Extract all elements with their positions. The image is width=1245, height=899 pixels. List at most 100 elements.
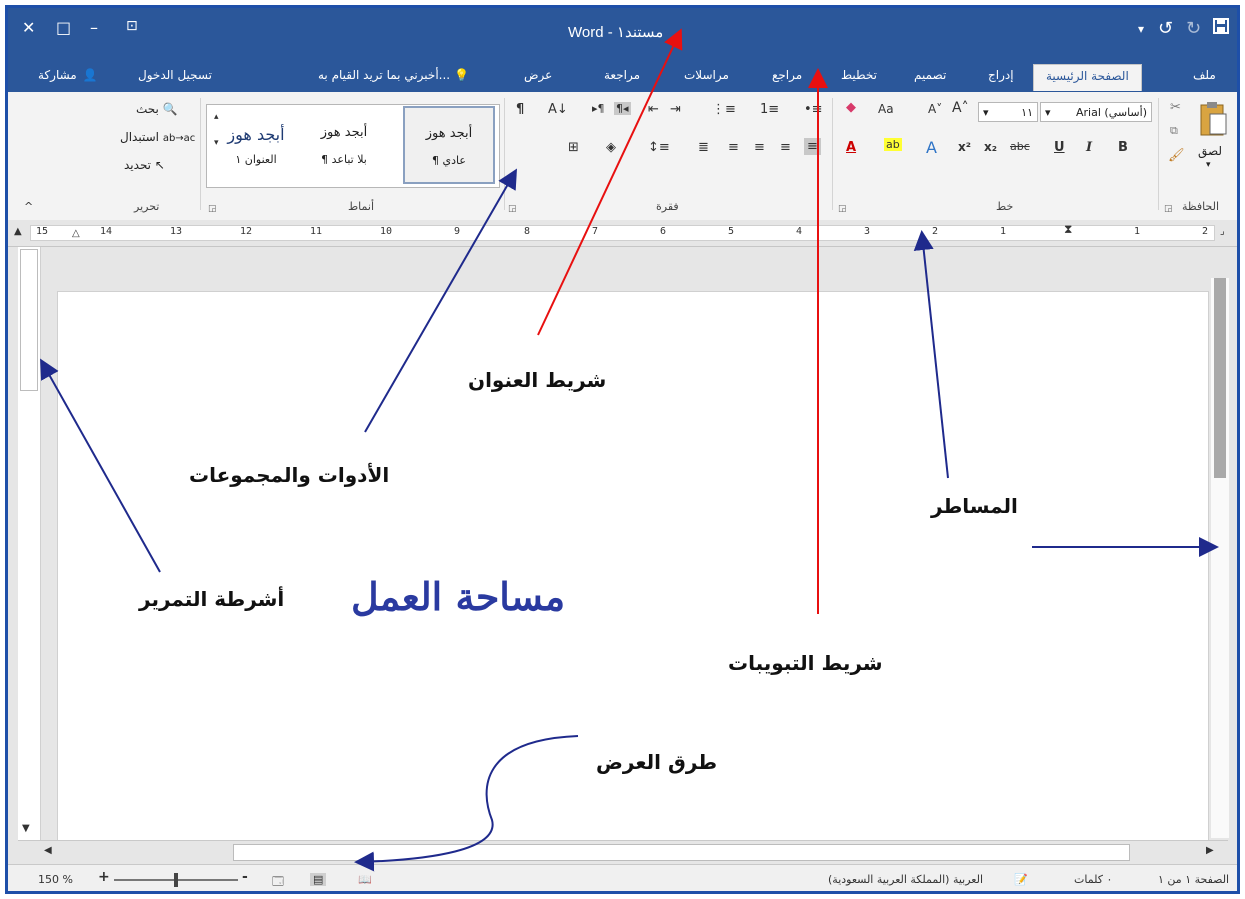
read-mode-icon[interactable]: 📖 (358, 873, 372, 886)
font-size-dropdown[interactable]: ▾ ١١ (978, 102, 1038, 122)
tab-layout[interactable]: تخطيط (841, 68, 877, 82)
justify-icon[interactable]: ≣ (698, 140, 709, 155)
tab-references[interactable]: مراجع (772, 68, 802, 82)
highlight-icon[interactable]: ab (884, 138, 902, 151)
clipboard-launcher-icon[interactable]: ◲ (1164, 204, 1173, 214)
horizontal-scrollbar[interactable]: ◀ ▶ (18, 840, 1228, 863)
annotation-work-area: مساحة العمل (345, 572, 572, 621)
multilevel-list-icon[interactable]: ⋮≡ (712, 102, 736, 117)
text-effects-icon[interactable]: A (926, 138, 937, 157)
paste-button[interactable]: لصق ▾ (1196, 100, 1230, 180)
styles-scroll-down-icon[interactable]: ▾ (214, 138, 219, 148)
word-count[interactable]: ٠ كلمات (1074, 873, 1112, 886)
share-button[interactable]: مشاركة 👤 (38, 68, 98, 82)
styles-gallery[interactable]: أبجد هوز العنوان ١ أبجد هوز ¶ بلا تباعد … (206, 104, 500, 188)
scroll-thumb[interactable] (233, 844, 1130, 861)
numbered-list-icon[interactable]: 1≡ (760, 102, 779, 117)
superscript-button[interactable]: x² (958, 140, 971, 154)
undo-icon[interactable]: ↺ (1158, 18, 1173, 39)
replace-button[interactable]: استبدال ab→ac (120, 130, 195, 144)
page-indicator[interactable]: الصفحة ١ من ١ (1158, 873, 1229, 886)
redo-icon[interactable]: ↻ (1186, 18, 1201, 39)
scroll-right-arrow-icon[interactable]: ▶ (1206, 845, 1214, 856)
align-right-icon[interactable]: ≡ (780, 140, 791, 155)
scroll-down-arrow-icon[interactable]: ▼ (22, 823, 30, 834)
tab-mailings[interactable]: مراسلات (684, 68, 729, 82)
style-no-spacing[interactable]: أبجد هوز ¶ بلا تباعد (301, 107, 387, 185)
font-color-icon[interactable]: A (846, 140, 856, 155)
shading-icon[interactable]: ◈ (606, 140, 616, 155)
right-margin-icon[interactable]: ⌟ (1220, 226, 1225, 237)
print-layout-icon[interactable]: ▤ (310, 873, 327, 886)
web-layout-icon[interactable]: 🗔 (272, 873, 284, 891)
ltr-direction-icon[interactable]: ▸¶ (592, 102, 605, 115)
save-icon[interactable] (1213, 18, 1229, 38)
shrink-font-button[interactable]: A˅ (928, 102, 942, 116)
select-button[interactable]: تحديد ↖ (124, 158, 165, 172)
subscript-button[interactable]: x₂ (984, 140, 997, 154)
rtl-direction-icon[interactable]: ¶◂ (614, 102, 631, 115)
indent-marker-icon[interactable]: ⧗ (1064, 222, 1072, 237)
align-justify-rtl-icon[interactable]: ≡ (804, 138, 821, 155)
vertical-scrollbar[interactable]: ▼ (18, 247, 41, 840)
tab-review[interactable]: مراجعة (604, 68, 640, 82)
proofing-icon[interactable]: 📝 (1014, 873, 1028, 886)
increase-indent-icon[interactable]: ⇥ (670, 102, 681, 117)
styles-scroll-up-icon[interactable]: ▴ (214, 112, 219, 122)
borders-icon[interactable]: ⊞ (568, 140, 579, 155)
tab-insert[interactable]: إدراج (988, 68, 1014, 82)
minimize-icon[interactable]: – (90, 18, 98, 37)
qat-more-icon[interactable]: ▾ (1138, 22, 1144, 36)
show-marks-button[interactable]: ¶ (516, 102, 524, 117)
line-spacing-icon[interactable]: ↕≡ (648, 140, 670, 155)
find-button[interactable]: بحث 🔍 (136, 102, 178, 116)
tell-me-input[interactable]: أخبرني بما تريد القيام به... 💡 (318, 68, 469, 82)
zoom-level[interactable]: 150 % (38, 873, 73, 886)
clear-format-icon[interactable]: ◆ (846, 100, 856, 115)
scroll-thumb[interactable] (20, 249, 38, 391)
grow-font-button[interactable]: A˄ (952, 100, 969, 116)
tab-file[interactable]: ملف (1193, 68, 1216, 82)
style-name: ¶ عادي (432, 154, 466, 167)
font-name-dropdown[interactable]: ▾ Arial (أساسي) (1040, 102, 1152, 122)
language-indicator[interactable]: العربية (المملكة العربية السعودية) (828, 873, 983, 886)
tab-view[interactable]: عرض (524, 68, 552, 82)
zoom-slider-thumb[interactable] (174, 873, 178, 887)
underline-button[interactable]: U (1054, 140, 1065, 155)
tab-selector-icon[interactable]: ▲ (14, 226, 22, 237)
strikethrough-button[interactable]: abc (1010, 140, 1030, 153)
collapse-ribbon-icon[interactable]: ^ (24, 200, 33, 213)
sort-icon[interactable]: A↓ (548, 102, 568, 117)
zoom-in-button[interactable]: + (98, 869, 110, 885)
sign-in-link[interactable]: تسجيل الدخول (138, 68, 212, 82)
font-launcher-icon[interactable]: ◲ (838, 204, 847, 214)
decrease-indent-icon[interactable]: ⇤ (648, 102, 659, 117)
format-painter-icon[interactable]: 🖌 (1168, 148, 1185, 163)
bold-button[interactable]: B (1118, 140, 1128, 155)
zoom-out-button[interactable]: - (242, 869, 248, 885)
align-center-icon[interactable]: ≡ (754, 140, 765, 155)
tab-home[interactable]: الصفحة الرئيسية (1033, 64, 1142, 91)
separator (832, 98, 833, 210)
ribbon-display-icon[interactable]: ⊡ (126, 18, 138, 34)
restore-icon[interactable]: □ (56, 18, 71, 37)
style-normal[interactable]: أبجد هوز ¶ عادي (403, 106, 495, 184)
tab-design[interactable]: تصميم (914, 68, 946, 82)
italic-button[interactable]: I (1086, 140, 1092, 155)
styles-launcher-icon[interactable]: ◲ (208, 204, 217, 214)
left-indent-icon[interactable]: △ (72, 228, 80, 239)
vertical-ruler[interactable] (1211, 278, 1229, 838)
bullet-list-icon[interactable]: •≡ (804, 102, 823, 117)
close-icon[interactable]: ✕ (22, 18, 35, 37)
replace-label: استبدال (120, 130, 159, 144)
style-heading1[interactable]: أبجد هوز العنوان ١ (213, 107, 299, 185)
change-case-button[interactable]: Aa (878, 102, 894, 116)
scroll-left-arrow-icon[interactable]: ◀ (44, 845, 52, 856)
dropdown-arrow-icon: ▾ (983, 106, 989, 119)
horizontal-ruler[interactable]: ▲ 15 14 13 12 11 10 9 8 7 6 5 4 3 2 1 1 … (8, 220, 1237, 247)
align-left-icon[interactable]: ≡ (728, 140, 739, 155)
copy-icon[interactable]: ⧉ (1170, 124, 1178, 138)
zoom-slider[interactable] (114, 873, 238, 887)
paragraph-launcher-icon[interactable]: ◲ (508, 204, 517, 214)
cut-icon[interactable]: ✂ (1170, 100, 1181, 115)
